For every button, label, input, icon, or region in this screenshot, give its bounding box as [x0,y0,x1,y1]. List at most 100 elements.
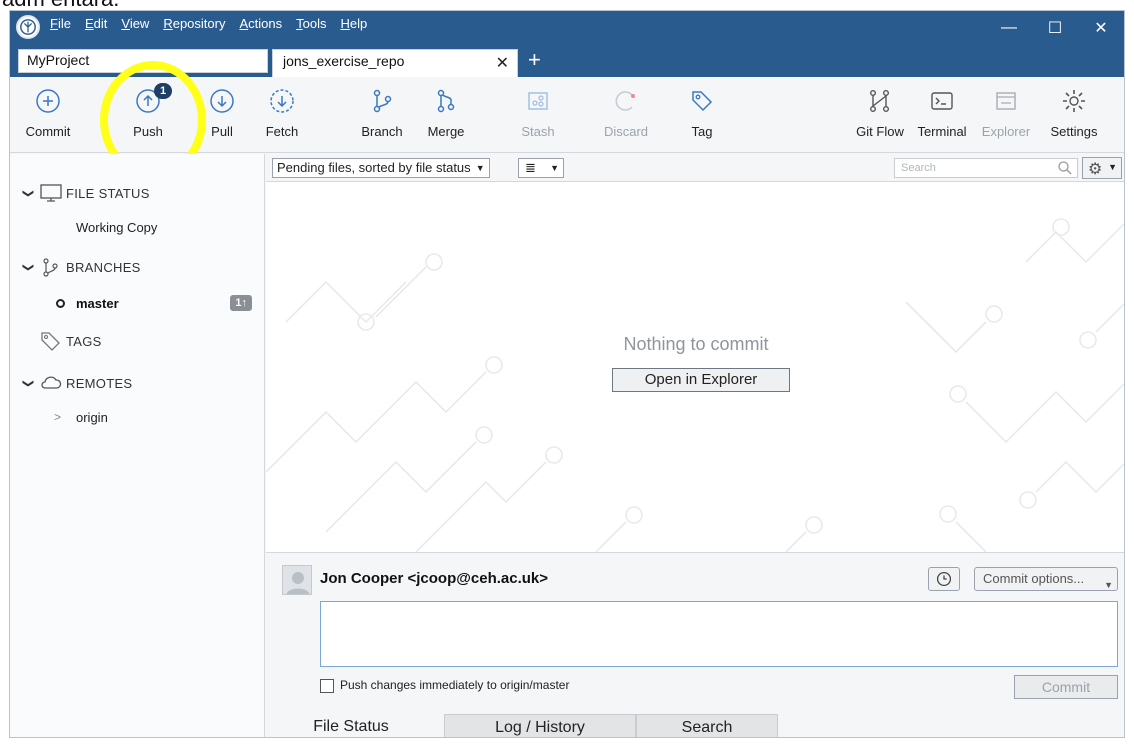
menu-view[interactable]: View [121,16,149,31]
close-window-button[interactable]: ✕ [1078,11,1124,45]
commit-icon [36,89,60,113]
clock-icon [936,571,952,587]
window-controls: — ☐ ✕ [986,11,1124,45]
origin-label: origin [76,409,108,425]
maximize-button[interactable]: ☐ [1032,11,1078,45]
menu-repository[interactable]: Repository [163,16,225,31]
explorer-label: Explorer [981,124,1031,139]
toolbar: Commit 1 Push Pull Fetch Branch Merge St… [10,77,1124,153]
gitflow-icon [869,90,890,113]
sidebar-header-file-status: FILE STATUS [66,185,150,201]
settings-gear-icon [1063,90,1085,112]
tag-label: Tag [691,124,713,139]
tab-log-history[interactable]: Log / History [444,714,636,737]
push-immediately-checkbox[interactable] [320,679,334,693]
push-label: Push [133,124,163,139]
search-input[interactable]: Search [894,158,1078,178]
filter-bar: Pending files, sorted by file status ▼ ≣… [266,154,1124,182]
gitflow-button[interactable]: Git Flow [848,77,912,153]
tab-file-status[interactable]: File Status [272,714,430,737]
bottom-tab-bar: File Status Log / History Search [266,704,1124,737]
chevron-down-icon[interactable]: ❯ [22,262,35,271]
pull-label: Pull [211,124,233,139]
view-mode-dropdown[interactable]: ≣ ▼ [518,158,564,178]
sidebar-item-master[interactable]: master 1↑ [10,288,264,318]
settings-button[interactable]: Settings [1042,77,1106,153]
merge-button[interactable]: Merge [414,77,478,153]
tab-close-icon[interactable]: ✕ [496,53,509,73]
terminal-icon [931,92,953,110]
branch-master-label: master [76,295,119,311]
app-window: File Edit View Repository Actions Tools … [9,10,1125,738]
tag-button[interactable]: Tag [670,77,734,153]
add-tab-button[interactable]: + [528,47,541,73]
terminal-button[interactable]: Terminal [910,77,974,153]
commit-options-label: Commit options... [983,571,1085,586]
sidebar-file-status[interactable]: ❯ FILE STATUS [10,178,264,208]
explorer-button[interactable]: Explorer [974,77,1038,153]
settings-label: Settings [1050,124,1098,139]
menu-file[interactable]: File [50,16,71,31]
tab-search[interactable]: Search [636,714,778,737]
list-view-icon: ≣ [525,160,536,175]
chevron-right-icon[interactable]: > [54,410,61,424]
branch-icon [43,258,58,277]
menu-edit[interactable]: Edit [85,16,107,31]
commit-panel: Jon Cooper <jcoop@ceh.ac.uk> Commit opti… [266,552,1124,704]
cloud-icon [41,376,62,389]
circuit-background-pattern [266,218,1124,552]
merge-icon [437,89,455,113]
search-icon [1058,161,1072,175]
sidebar-item-origin[interactable]: > origin [10,402,264,432]
sidebar-item-working-copy[interactable]: Working Copy [10,212,264,242]
dropdown-arrow-icon: ▼ [1108,162,1117,172]
stash-button[interactable]: Stash [506,77,570,153]
push-count-badge: 1 [154,83,173,99]
sort-dropdown-label: Pending files, sorted by file status [277,160,471,175]
discard-button[interactable]: Discard [594,77,658,153]
sourcetree-logo-icon [16,15,40,39]
pull-button[interactable]: Pull [190,77,254,153]
options-gear-button[interactable]: ⚙ ▼ [1082,157,1122,179]
sidebar-branches[interactable]: ❯ BRANCHES [10,252,264,282]
dropdown-arrow-icon: ▼ [1104,580,1113,590]
sidebar-header-remotes: REMOTES [66,375,133,391]
commit-options-dropdown[interactable]: Commit options... ▼ [974,567,1118,591]
working-copy-label: Working Copy [76,219,158,235]
sort-dropdown[interactable]: Pending files, sorted by file status ▼ [272,158,490,178]
main-panel: Pending files, sorted by file status ▼ ≣… [266,154,1124,737]
dropdown-arrow-icon: ▼ [475,163,485,173]
cropped-caption: adm entara. [0,0,1134,10]
fetch-button[interactable]: Fetch [250,77,314,153]
gitflow-label: Git Flow [856,124,904,139]
menu-help[interactable]: Help [340,16,367,31]
tag-icon [41,332,60,351]
chevron-down-icon[interactable]: ❯ [22,378,35,387]
minimize-button[interactable]: — [986,11,1032,45]
title-bar: File Edit View Repository Actions Tools … [10,11,1124,45]
chevron-down-icon[interactable]: ❯ [22,188,35,197]
tab-bar: MyProject jons_exercise_repo ✕ + [10,45,1124,77]
branch-button[interactable]: Branch [350,77,414,153]
user-silhouette-icon [286,572,310,594]
sidebar-tags[interactable]: TAGS [10,326,264,356]
push-button[interactable]: 1 Push [116,77,180,153]
discard-icon [615,91,635,111]
open-in-explorer-button[interactable]: Open in Explorer [612,368,790,392]
tab-repo[interactable]: jons_exercise_repo ✕ [272,49,518,77]
branch-icon [373,89,392,113]
menu-bar: File Edit View Repository Actions Tools … [50,16,367,31]
branch-label: Branch [361,124,403,139]
commit-button[interactable]: Commit [16,77,80,153]
sidebar-remotes[interactable]: ❯ REMOTES [10,368,264,398]
avatar [282,565,312,595]
tab-project[interactable]: MyProject [18,49,268,73]
commit-submit-button[interactable]: Commit [1014,675,1118,699]
menu-tools[interactable]: Tools [296,16,326,31]
commit-message-input[interactable] [320,601,1118,667]
discard-label: Discard [603,124,649,139]
history-clock-button[interactable] [928,567,960,591]
menu-actions[interactable]: Actions [239,16,282,31]
search-placeholder: Search [901,162,936,174]
tab-repo-label: jons_exercise_repo [283,53,405,69]
